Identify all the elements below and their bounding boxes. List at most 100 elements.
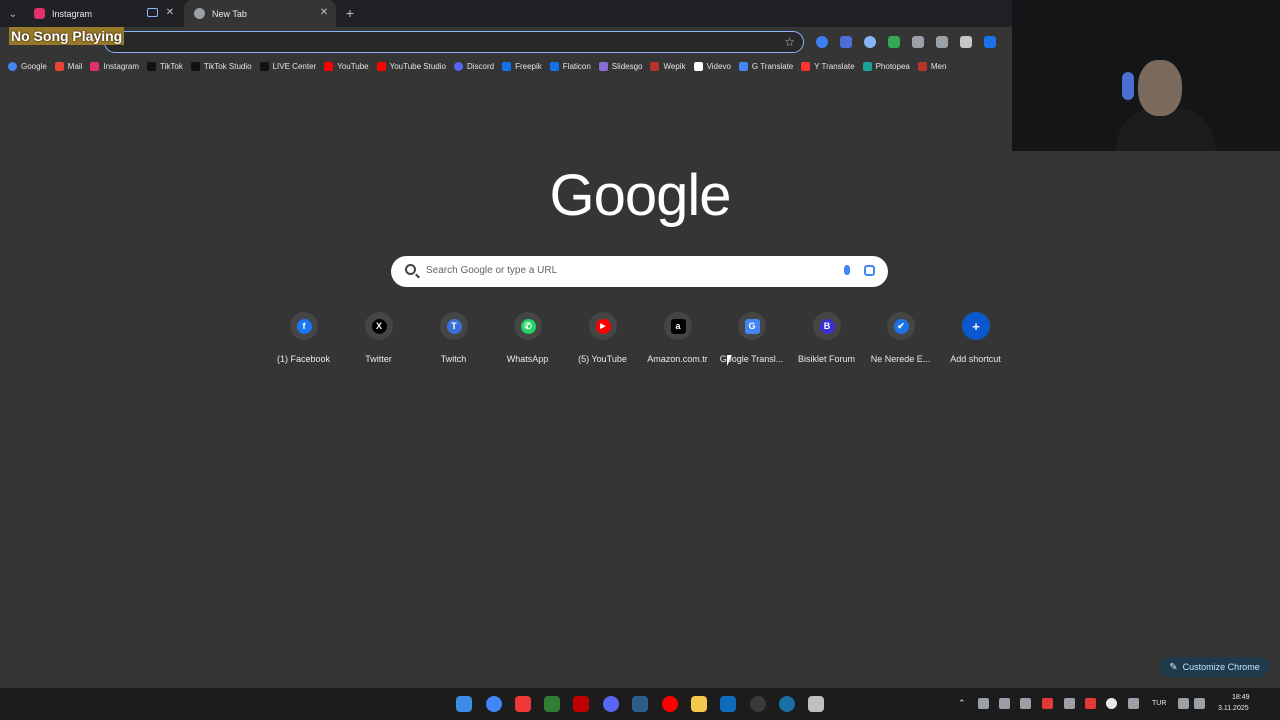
bookmark-item[interactable]: Photopea [862, 62, 910, 71]
bookmark-item[interactable]: Y Translate [801, 62, 855, 71]
mouse-cursor-icon [727, 355, 732, 366]
youtube-music-icon[interactable] [662, 696, 678, 712]
bookmark-item[interactable]: TikTok [147, 62, 183, 71]
tiktok-icon [190, 62, 200, 71]
shortcut-google-translate[interactable]: G Google Transl... [714, 312, 789, 372]
tray-app-icon[interactable] [1020, 698, 1031, 709]
outlook-icon[interactable] [720, 696, 736, 712]
bisiklet-forum-icon: B [813, 312, 841, 340]
extension-icon[interactable] [816, 36, 828, 48]
steam-icon[interactable] [779, 696, 795, 712]
tab-instagram[interactable]: Instagram ✕ [24, 0, 182, 27]
checkmark-icon: ✔ [887, 312, 915, 340]
shortcut-ne-nerede[interactable]: ✔ Ne Nerede E... [863, 312, 938, 372]
bookmark-item[interactable]: Wepik [650, 62, 686, 71]
clock-date[interactable]: 3.11.2025 [1218, 705, 1249, 712]
bookmark-item[interactable]: YouTube [324, 62, 369, 71]
shortcut-youtube[interactable]: ▶ (5) YouTube [565, 312, 640, 372]
new-tab-button[interactable]: + [342, 5, 358, 21]
bookmark-star-icon[interactable]: ☆ [784, 35, 795, 49]
bookmark-item[interactable]: G Translate [738, 62, 793, 71]
shortcut-whatsapp[interactable]: ✆ WhatsApp [490, 312, 565, 372]
vivaldi-icon[interactable] [515, 696, 531, 712]
bookmark-item[interactable]: Videvo [693, 62, 731, 71]
language-indicator[interactable]: TUR [1152, 700, 1166, 707]
tray-app-icon[interactable] [1042, 698, 1053, 709]
tab-search-chevron-icon[interactable]: ⌄ [4, 5, 22, 23]
tab-new-tab[interactable]: New Tab ✕ [184, 0, 336, 27]
extension-icon[interactable] [864, 36, 876, 48]
mail-icon [54, 62, 64, 71]
search-icon [405, 264, 416, 275]
windows-start-icon[interactable] [456, 696, 472, 712]
volume-icon[interactable] [1194, 698, 1205, 709]
close-tab-icon[interactable]: ✕ [318, 7, 330, 19]
shortcut-twitter[interactable]: X Twitter [341, 312, 416, 372]
microphone-icon[interactable] [1128, 698, 1139, 709]
bookmark-item[interactable]: Google [8, 62, 47, 71]
address-bar[interactable]: ☆ [104, 31, 804, 53]
wepik-icon [650, 62, 660, 71]
bookmark-item[interactable]: Mail [54, 62, 82, 71]
tab-media-icon[interactable] [147, 8, 158, 17]
bookmark-item[interactable]: Instagram [90, 62, 139, 71]
tab-title: New Tab [212, 8, 247, 19]
bookmark-item[interactable]: Freepik [502, 62, 542, 71]
tray-app-icon[interactable] [1085, 698, 1096, 709]
google-translate-icon: G [738, 312, 766, 340]
extension-icon[interactable] [912, 36, 924, 48]
chrome-icon[interactable] [486, 696, 502, 712]
shortcut-bisiklet-forum[interactable]: B Bisiklet Forum [789, 312, 864, 372]
whatsapp-icon: ✆ [514, 312, 542, 340]
pencil-icon: ✎ [1169, 661, 1178, 673]
close-tab-icon[interactable]: ✕ [164, 7, 176, 19]
network-icon[interactable] [1178, 698, 1189, 709]
x-twitter-icon: X [365, 312, 393, 340]
shortcut-facebook[interactable]: f (1) Facebook [266, 312, 341, 372]
bookmark-item[interactable]: Discord [453, 62, 494, 71]
chrome-icon [194, 8, 205, 19]
tray-chevron-icon[interactable]: ⌃ [958, 698, 969, 709]
webcam-face [1138, 60, 1182, 116]
customize-chrome-button[interactable]: ✎ Customize Chrome [1160, 657, 1269, 677]
search-input[interactable]: Search Google or type a URL [426, 265, 557, 276]
microphone-icon[interactable] [844, 265, 850, 275]
terminal-icon[interactable] [544, 696, 560, 712]
youtube-icon [324, 62, 334, 71]
onedrive-icon[interactable] [1064, 698, 1075, 709]
shortcut-twitch[interactable]: T Twitch [416, 312, 491, 372]
extension-icon[interactable] [984, 36, 996, 48]
tray-app-icon[interactable] [1106, 698, 1117, 709]
windows-taskbar: ⌃ TUR 18:49 3.11.2025 [0, 688, 1280, 720]
obs-icon[interactable] [750, 696, 766, 712]
bookmark-item[interactable]: TikTok Studio [190, 62, 252, 71]
translate-icon [738, 62, 748, 71]
davinci-resolve-icon[interactable] [632, 696, 648, 712]
filezilla-icon[interactable] [573, 696, 589, 712]
tray-app-icon[interactable] [978, 698, 989, 709]
google-lens-icon[interactable] [864, 265, 875, 276]
bookmark-item[interactable]: Flaticon [549, 62, 591, 71]
tray-app-icon[interactable] [999, 698, 1010, 709]
add-shortcut-button[interactable]: + Add shortcut [938, 312, 1013, 372]
search-box[interactable]: Search Google or type a URL [391, 256, 888, 287]
bookmark-item[interactable]: Men [917, 62, 946, 71]
discord-icon[interactable] [603, 696, 619, 712]
bookmark-item[interactable]: LIVE Center [259, 62, 316, 71]
app-icon[interactable] [808, 696, 824, 712]
extension-icon[interactable] [888, 36, 900, 48]
extension-icon[interactable] [960, 36, 972, 48]
extension-icon[interactable] [840, 36, 852, 48]
videvo-icon [693, 62, 703, 71]
webcam-overlay [1012, 0, 1280, 151]
instagram-icon [34, 8, 45, 19]
file-explorer-icon[interactable] [691, 696, 707, 712]
bookmark-item[interactable]: Slidesgo [598, 62, 642, 71]
shortcut-amazon[interactable]: a Amazon.com.tr [640, 312, 715, 372]
extension-icon[interactable] [936, 36, 948, 48]
photopea-icon [862, 62, 872, 71]
flaticon-icon [549, 62, 559, 71]
instagram-icon [90, 62, 100, 71]
clock-time[interactable]: 18:49 [1232, 694, 1250, 701]
bookmark-item[interactable]: YouTube Studio [376, 62, 446, 71]
